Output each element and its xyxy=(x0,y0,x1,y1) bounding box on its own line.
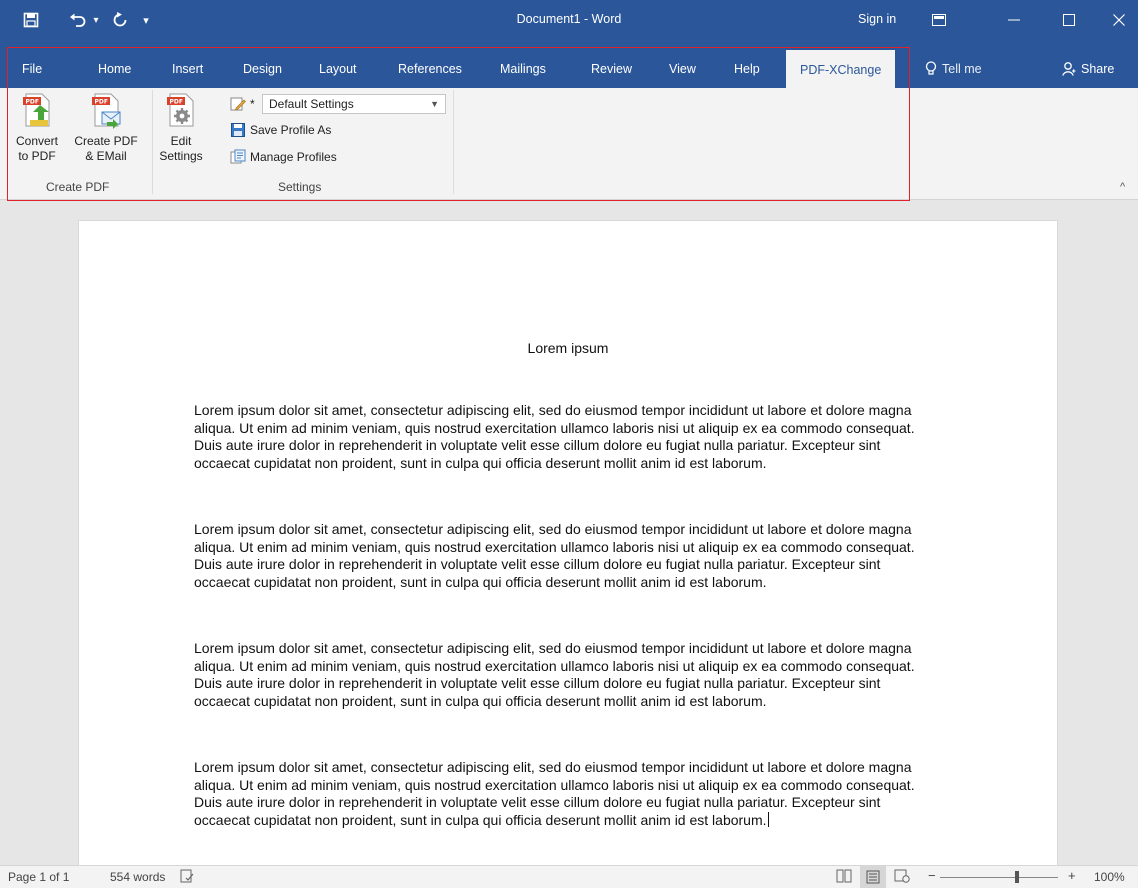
text-cursor xyxy=(767,811,769,827)
print-layout-icon[interactable] xyxy=(860,866,886,888)
zoom-in-icon[interactable]: + xyxy=(1068,868,1076,883)
undo-icon[interactable] xyxy=(64,0,92,40)
zoom-slider-thumb[interactable] xyxy=(1015,871,1019,883)
manage-profiles-label: Manage Profiles xyxy=(250,150,337,164)
person-icon xyxy=(1062,62,1076,76)
web-layout-icon[interactable] xyxy=(894,869,910,886)
zoom-out-icon[interactable]: − xyxy=(928,868,936,883)
pdf-settings-icon: PDF xyxy=(167,93,194,127)
manage-profiles-icon xyxy=(230,149,246,164)
group-separator xyxy=(152,90,153,194)
tab-review[interactable]: Review xyxy=(591,40,632,88)
profile-select[interactable]: Default Settings ▼ xyxy=(262,94,446,114)
redo-icon[interactable] xyxy=(108,0,132,40)
window-title: Document1 - Word xyxy=(516,12,622,26)
manage-profiles-button[interactable]: Manage Profiles xyxy=(230,149,337,165)
svg-text:PDF: PDF xyxy=(170,99,183,106)
group-separator xyxy=(453,90,454,194)
edit-settings-label-2: Settings xyxy=(159,149,203,163)
tab-file[interactable]: File xyxy=(22,40,42,88)
zoom-slider[interactable] xyxy=(940,877,1058,878)
create-pdf-email-button[interactable]: PDF Create PDF & EMail xyxy=(68,92,144,164)
minimize-icon[interactable] xyxy=(991,0,1037,40)
status-bar: Page 1 of 1 554 words − + 100% xyxy=(0,865,1138,888)
convert-label-2: to PDF xyxy=(18,149,56,163)
save-profile-icon xyxy=(231,123,245,137)
tab-insert[interactable]: Insert xyxy=(172,40,203,88)
email-label-2: & EMail xyxy=(85,149,127,163)
tab-layout[interactable]: Layout xyxy=(319,40,357,88)
page-count[interactable]: Page 1 of 1 xyxy=(8,870,69,884)
ribbon-display-options-icon[interactable] xyxy=(916,0,962,40)
document-paragraph: Lorem ipsum dolor sit amet, consectetur … xyxy=(194,402,915,471)
read-mode-icon[interactable] xyxy=(836,869,852,886)
collapse-ribbon-icon[interactable]: ^ xyxy=(1120,181,1125,193)
ribbon-pdf-xchange: PDF Convert to PDF PDF Create PDF & EMai… xyxy=(0,88,1138,200)
profile-select-value: Default Settings xyxy=(269,97,354,111)
profile-modified-marker: * xyxy=(250,97,255,111)
save-profile-label: Save Profile As xyxy=(250,123,332,137)
edit-settings-button[interactable]: PDF Edit Settings xyxy=(157,92,205,164)
customize-quick-access-icon[interactable]: ▾ xyxy=(138,0,154,40)
group-label-settings: Settings xyxy=(278,180,322,194)
document-paragraph: Lorem ipsum dolor sit amet, consectetur … xyxy=(194,521,915,590)
email-label-1: Create PDF xyxy=(74,134,138,148)
save-icon[interactable] xyxy=(16,0,46,40)
word-count[interactable]: 554 words xyxy=(110,870,165,884)
tab-design[interactable]: Design xyxy=(243,40,282,88)
tab-pdf-xchange[interactable]: PDF-XChange xyxy=(786,50,896,88)
profile-edit-icon xyxy=(230,97,246,111)
tell-me-box[interactable]: Tell me xyxy=(925,40,982,88)
save-profile-as-button[interactable]: Save Profile As xyxy=(230,122,331,138)
svg-text:PDF: PDF xyxy=(95,99,108,106)
document-heading: Lorem ipsum xyxy=(527,340,609,356)
ribbon-tabs: File Home Insert Design Layout Reference… xyxy=(0,40,1138,88)
maximize-icon[interactable] xyxy=(1046,0,1092,40)
tab-references[interactable]: References xyxy=(398,40,462,88)
pdf-email-icon: PDF xyxy=(92,93,121,129)
close-icon[interactable] xyxy=(1096,0,1138,40)
tab-help[interactable]: Help xyxy=(734,40,760,88)
tab-mailings[interactable]: Mailings xyxy=(500,40,546,88)
undo-dropdown-icon[interactable]: ▾ xyxy=(90,0,102,40)
document-page[interactable]: Lorem ipsum Lorem ipsum dolor sit amet, … xyxy=(78,220,1058,865)
lightbulb-icon xyxy=(925,61,937,75)
pdf-convert-icon: PDF xyxy=(23,93,50,127)
document-paragraph-text: Lorem ipsum dolor sit amet, consectetur … xyxy=(194,759,915,828)
sign-in-link[interactable]: Sign in xyxy=(858,12,896,26)
convert-to-pdf-button[interactable]: PDF Convert to PDF xyxy=(12,92,62,164)
document-paragraph: Lorem ipsum dolor sit amet, consectetur … xyxy=(194,759,939,829)
convert-label-1: Convert xyxy=(15,134,59,148)
document-canvas[interactable]: Lorem ipsum Lorem ipsum dolor sit amet, … xyxy=(0,201,1138,865)
svg-text:PDF: PDF xyxy=(26,99,39,106)
tab-home[interactable]: Home xyxy=(98,40,131,88)
zoom-level[interactable]: 100% xyxy=(1094,870,1125,884)
proofing-icon[interactable] xyxy=(180,869,194,886)
group-label-create-pdf: Create PDF xyxy=(46,180,110,194)
share-button[interactable]: Share xyxy=(1062,40,1114,88)
title-bar: ▾ ▾ Document1 - Word Sign in xyxy=(0,0,1138,40)
edit-settings-label-1: Edit xyxy=(170,134,192,148)
document-paragraph: Lorem ipsum dolor sit amet, consectetur … xyxy=(194,640,915,709)
profile-indicator: * xyxy=(230,96,255,112)
chevron-down-icon: ▼ xyxy=(430,99,439,109)
tab-view[interactable]: View xyxy=(669,40,696,88)
